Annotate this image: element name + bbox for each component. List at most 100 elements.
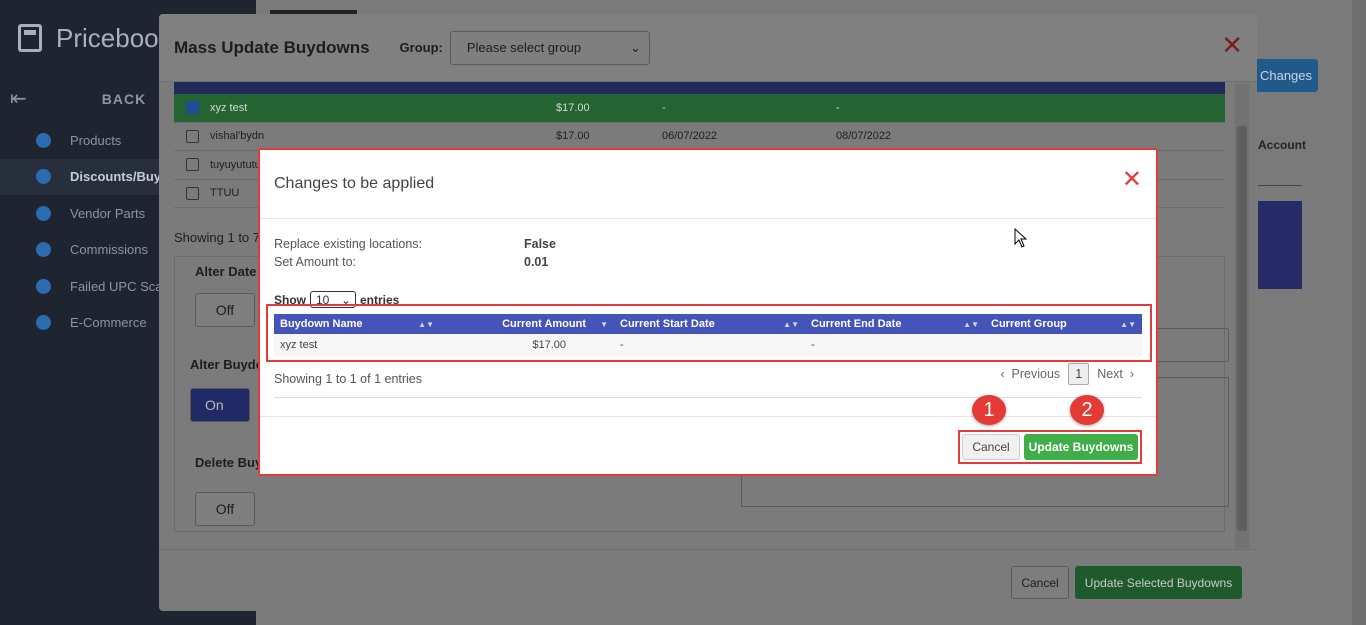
sort-icon: ▲▼ — [783, 319, 799, 329]
mass-update-close-icon[interactable]: ✕ — [1221, 32, 1243, 58]
mass-update-cancel-button[interactable]: Cancel — [1011, 566, 1069, 599]
sort-icon: ▲▼ — [963, 319, 979, 329]
update-buydowns-button[interactable]: Update Buydowns — [1024, 434, 1138, 460]
divider — [274, 397, 1142, 398]
changes-button[interactable]: Changes — [1254, 59, 1318, 92]
changes-showing-info: Showing 1 to 1 of 1 entries — [274, 372, 423, 386]
group-label: Group: — [399, 40, 443, 55]
discounts-icon — [36, 169, 51, 185]
page-number-button[interactable]: 1 — [1068, 363, 1090, 385]
changes-dialog: Changes to be applied ✕ Replace existing… — [258, 148, 1158, 476]
column-header-buydown-name[interactable]: Buydown Name ▲▼ — [274, 314, 440, 334]
changes-dialog-title: Changes to be applied — [274, 175, 435, 192]
sidebar-item-label: Discounts/Buyd — [70, 169, 169, 185]
column-header-label: Current Group — [991, 318, 1067, 330]
delete-buydown-toggle[interactable]: Off — [195, 492, 255, 526]
cell-name: xyz test — [210, 101, 248, 114]
cell-end-date: - — [811, 339, 815, 351]
alter-buydown-label: Alter Buydo — [190, 357, 264, 372]
cell-name: xyz test — [280, 339, 318, 351]
callout-badge-2: 2 — [1070, 395, 1104, 425]
row-checkbox[interactable] — [185, 101, 199, 115]
row-checkbox[interactable] — [185, 129, 199, 143]
alter-date-toggle[interactable]: Off — [195, 293, 255, 327]
sidebar-item-label: Commissions — [70, 242, 149, 258]
commissions-icon — [36, 242, 51, 258]
mass-update-showing: Showing 1 to 7 — [174, 230, 261, 245]
calculator-icon — [18, 24, 42, 52]
pagination: ‹ Previous 1 Next › — [1000, 363, 1134, 385]
mass-update-title: Mass Update Buydowns — [174, 37, 370, 57]
changes-table-header: Buydown Name ▲▼ Current Amount ▼ Current… — [274, 314, 1142, 334]
changes-dialog-close-icon[interactable]: ✕ — [1122, 168, 1142, 192]
back-arrow-icon: ⇤ — [10, 88, 27, 110]
callout-badge-1: 1 — [972, 395, 1006, 425]
buydowns-table-header — [174, 82, 1225, 94]
table-row[interactable]: vishal'bydn $17.00 06/07/2022 08/07/2022 — [174, 123, 1225, 151]
table-row[interactable]: xyz test $17.00 - - — [174, 94, 1225, 123]
background-panel — [1258, 201, 1302, 289]
cell-amount: $17.00 — [556, 101, 590, 114]
barcode-icon — [36, 278, 51, 294]
sidebar-item-label: Failed UPC Sca — [70, 278, 163, 294]
ecommerce-icon — [36, 315, 51, 331]
sort-icon: ▲▼ — [1120, 319, 1136, 329]
cell-name: vishal'bydn — [210, 130, 265, 143]
column-header-label: Current Amount — [502, 318, 586, 330]
column-header-current-end-date[interactable]: Current End Date ▲▼ — [805, 314, 985, 334]
summary-label: Set Amount to: — [274, 255, 356, 269]
summary-value: False — [524, 237, 556, 251]
cell-end-date: - — [836, 101, 840, 114]
sidebar-item-label: E-Commerce — [70, 315, 147, 331]
changes-table: Buydown Name ▲▼ Current Amount ▼ Current… — [274, 314, 1142, 356]
cancel-button[interactable]: Cancel — [962, 434, 1020, 460]
cell-start-date: - — [620, 339, 624, 351]
highlight-box-table: Buydown Name ▲▼ Current Amount ▼ Current… — [266, 304, 1152, 362]
summary-label: Replace existing locations: — [274, 237, 422, 251]
summary-value: 0.01 — [524, 255, 549, 269]
sort-icon: ▲▼ — [418, 319, 434, 329]
account-label: Account — [1258, 138, 1306, 152]
summary-row: Set Amount to: 0.01 — [274, 253, 1144, 271]
sidebar-item-label: Products — [70, 132, 122, 148]
column-header-current-group[interactable]: Current Group ▲▼ — [985, 314, 1142, 334]
delete-buydown-label: Delete Buy — [195, 455, 263, 470]
cell-amount: $17.00 — [556, 130, 590, 143]
table-row: xyz test $17.00 - - — [274, 334, 1142, 356]
truck-icon — [36, 205, 51, 221]
column-header-current-start-date[interactable]: Current Start Date ▲▼ — [614, 314, 805, 334]
back-label: BACK — [101, 90, 147, 107]
group-select-value: Please select group — [466, 40, 582, 55]
mass-update-footer: Cancel Update Selected Buydowns — [159, 549, 1257, 611]
alter-date-label: Alter Date — [195, 264, 257, 279]
app-name: Priceboo — [56, 22, 159, 53]
page-scrollbar[interactable] — [1352, 0, 1366, 625]
products-icon — [36, 132, 51, 148]
cell-start-date: - — [662, 101, 666, 114]
account-select[interactable] — [1258, 156, 1302, 186]
sidebar-item-label: Vendor Parts — [70, 205, 146, 221]
cell-amount: $17.00 — [532, 339, 566, 351]
sort-desc-icon: ▼ — [600, 319, 608, 329]
row-checkbox[interactable] — [185, 186, 199, 200]
alter-buydown-toggle[interactable]: On — [190, 388, 250, 422]
scrollbar-thumb[interactable] — [1237, 126, 1247, 531]
changes-dialog-footer: Cancel Update Buydowns — [260, 416, 1156, 476]
group-select[interactable]: Please select group ⌄ — [449, 30, 650, 65]
next-label: Next — [1097, 367, 1123, 381]
next-page-button[interactable]: Next › — [1097, 367, 1134, 381]
column-header-current-amount[interactable]: Current Amount ▼ — [440, 314, 614, 334]
update-selected-buydowns-button[interactable]: Update Selected Buydowns — [1075, 566, 1242, 599]
row-checkbox[interactable] — [185, 158, 199, 172]
mass-update-scrollbar[interactable] — [1235, 84, 1249, 548]
cell-start-date: 06/07/2022 — [662, 130, 718, 143]
column-header-label: Current Start Date — [620, 318, 715, 330]
changes-dialog-header: Changes to be applied — [260, 150, 1156, 219]
column-header-label: Current End Date — [811, 318, 902, 330]
mass-update-header: Mass Update Buydowns Group: Please selec… — [159, 14, 1257, 82]
previous-label: Previous — [1011, 367, 1061, 381]
column-header-label: Buydown Name — [280, 318, 363, 330]
cell-end-date: 08/07/2022 — [836, 130, 892, 143]
chevron-down-icon: ⌄ — [629, 39, 641, 55]
previous-page-button[interactable]: ‹ Previous — [1000, 367, 1060, 381]
